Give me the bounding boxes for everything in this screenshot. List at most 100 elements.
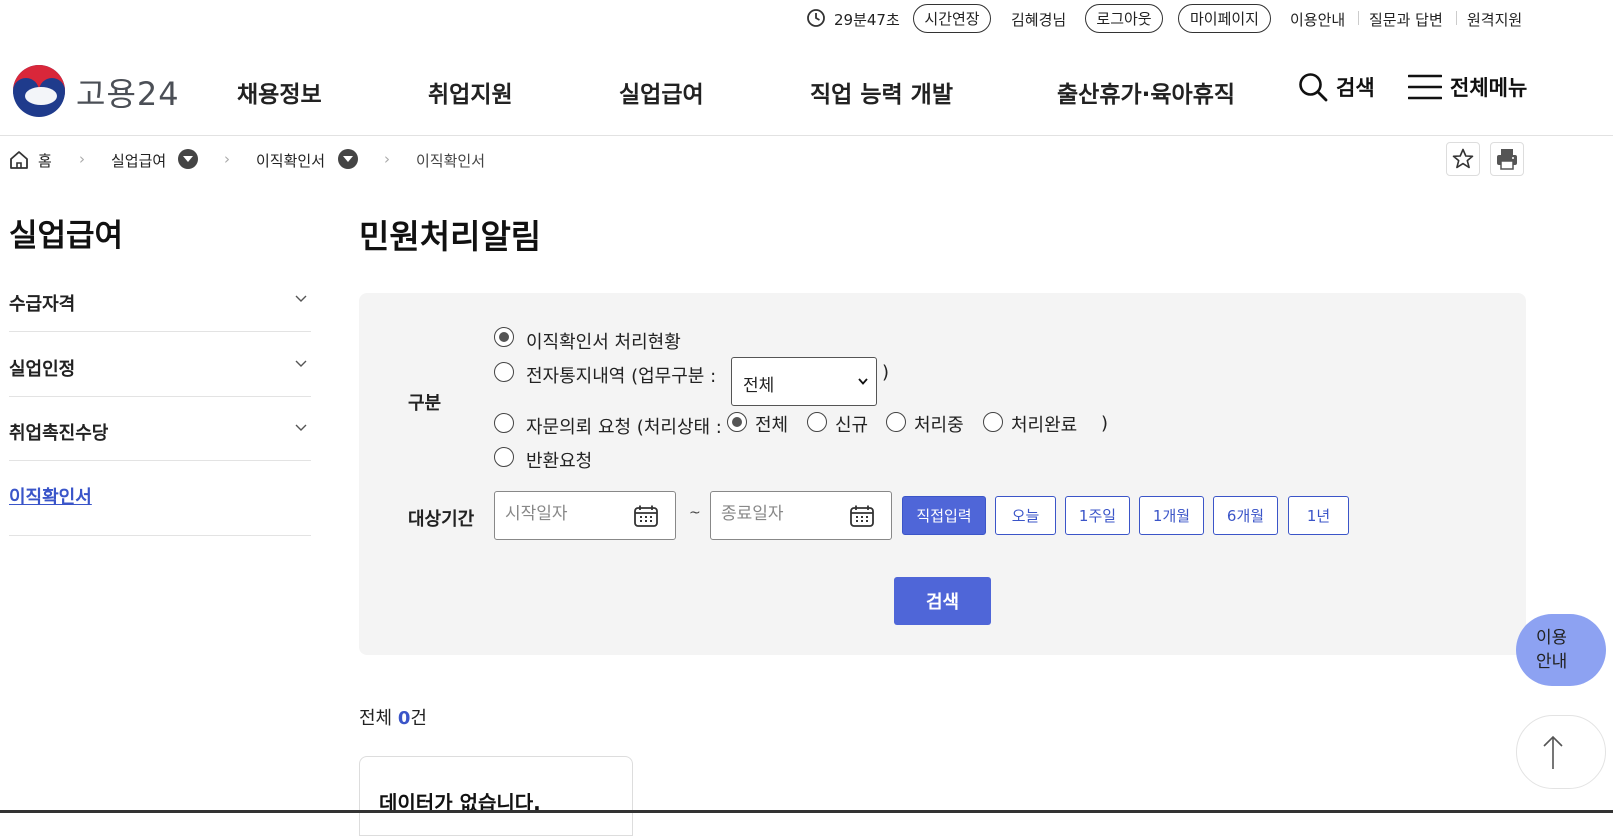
count-prefix: 전체 [359, 708, 398, 729]
user-name: 김혜경님 [1011, 11, 1067, 29]
radio-e-notice[interactable] [494, 362, 514, 382]
breadcrumb-unemployment[interactable]: 실업급여 [111, 150, 166, 171]
divider [1358, 11, 1359, 25]
chevron-down-icon [295, 424, 307, 431]
logout-button[interactable]: 로그아웃 [1085, 4, 1163, 33]
radio-state-done[interactable] [983, 412, 1003, 432]
star-icon [1452, 148, 1474, 169]
chevron-right-icon: › [224, 150, 230, 168]
sidebar-item-label: 실업인정 [9, 359, 76, 380]
header-search-button[interactable]: 검색 [1298, 72, 1375, 102]
period-label: 대상기간 [408, 509, 475, 530]
printer-icon [1497, 149, 1517, 170]
search-submit-button[interactable]: 검색 [894, 577, 991, 625]
nav-employment-support[interactable]: 취업지원 [428, 75, 513, 109]
period-1week-button[interactable]: 1주일 [1065, 496, 1130, 535]
sidebar-item-label: 취업촉진수당 [9, 423, 109, 444]
nav-vocational-training[interactable]: 직업 능력 개발 [810, 75, 953, 109]
radio-state-all[interactable] [727, 412, 747, 432]
period-6month-button[interactable]: 6개월 [1213, 496, 1278, 535]
radio-state-new[interactable] [807, 412, 827, 432]
radio-consult[interactable] [494, 413, 514, 433]
radio-state-processing-label[interactable]: 처리중 [914, 411, 964, 437]
window-bottom-edge [0, 810, 1613, 813]
radio-return[interactable] [494, 447, 514, 467]
radio-status[interactable] [494, 327, 514, 347]
session-timer: 29분47초 [834, 11, 900, 29]
count-suffix: 건 [410, 708, 427, 729]
start-date-input[interactable] [505, 504, 625, 524]
remote-support-link[interactable]: 원격지원 [1467, 9, 1522, 30]
calendar-icon[interactable] [849, 504, 875, 528]
range-separator: ~ [689, 505, 701, 521]
clock-icon [807, 9, 825, 27]
sidebar-item-separation-cert[interactable]: 이직확인서 [9, 461, 311, 536]
chevron-down-icon [295, 295, 307, 302]
all-menu-label: 전체메뉴 [1450, 76, 1528, 100]
close-paren: ) [882, 362, 890, 383]
radio-state-all-label[interactable]: 전체 [755, 411, 788, 437]
sidebar-item-label: 수급자격 [9, 294, 76, 315]
dropdown-circle-icon[interactable] [338, 149, 358, 169]
taegeuk-logo-icon[interactable] [11, 63, 67, 119]
page-title: 민원처리알림 [359, 217, 542, 256]
dropdown-circle-icon[interactable] [178, 149, 198, 169]
header-search-label: 검색 [1336, 76, 1375, 100]
category-label: 구분 [408, 393, 442, 414]
nav-parental-leave[interactable]: 출산휴가·육아휴직 [1057, 75, 1235, 109]
usage-guide-float-button[interactable]: 이용 안내 [1516, 614, 1606, 686]
calendar-icon[interactable] [633, 504, 659, 528]
result-count: 전체 0건 [359, 704, 427, 730]
sidebar-item-label: 이직확인서 [9, 487, 92, 508]
search-icon [1299, 73, 1328, 102]
extend-time-button[interactable]: 시간연장 [913, 4, 991, 33]
radio-e-notice-label[interactable]: 전자통지내역 (업무구분 : [526, 362, 716, 388]
chevron-down-icon [295, 360, 307, 367]
guide-link[interactable]: 이용안내 [1290, 9, 1345, 30]
end-date-field[interactable] [710, 491, 892, 540]
nav-unemployment-benefit[interactable]: 실업급여 [619, 75, 704, 109]
logo-text[interactable]: 고용24 [76, 69, 180, 115]
hamburger-icon [1408, 74, 1442, 100]
all-menu-button[interactable]: 전체메뉴 [1408, 72, 1527, 102]
radio-consult-label[interactable]: 자문의뢰 요청 (처리상태 : [526, 413, 722, 439]
period-1year-button[interactable]: 1년 [1288, 496, 1349, 535]
period-1month-button[interactable]: 1개월 [1139, 496, 1204, 535]
chevron-down-icon [858, 378, 868, 385]
global-header: 고용24 채용정보 취업지원 실업급여 직업 능력 개발 출산휴가·육아휴직 검… [0, 44, 1613, 136]
home-icon[interactable] [8, 149, 30, 171]
chevron-right-icon: › [79, 150, 85, 168]
divider [1456, 11, 1457, 25]
end-date-input[interactable] [721, 504, 841, 524]
arrow-up-icon [1543, 735, 1563, 769]
empty-result-card: 데이터가 없습니다. [359, 756, 633, 836]
breadcrumb-home[interactable]: 홈 [38, 150, 52, 171]
radio-state-done-label[interactable]: 처리완료 [1011, 411, 1077, 437]
close-paren: ) [1101, 413, 1109, 434]
breadcrumb-separation-cert[interactable]: 이직확인서 [256, 150, 325, 171]
utility-bar: 29분47초 시간연장 김혜경님 로그아웃 마이페이지 이용안내 질문과 답변 … [0, 0, 1613, 38]
scroll-top-button[interactable] [1516, 715, 1606, 789]
radio-return-label[interactable]: 반환요청 [526, 447, 592, 473]
period-today-button[interactable]: 오늘 [995, 496, 1056, 535]
sidebar-title: 실업급여 [9, 218, 124, 254]
sidebar-item-promotion-allowance[interactable]: 취업촉진수당 [9, 397, 311, 461]
sidebar-item-eligibility[interactable]: 수급자격 [9, 268, 311, 332]
print-button[interactable] [1490, 142, 1524, 176]
chevron-right-icon: › [384, 150, 390, 168]
start-date-field[interactable] [494, 491, 676, 540]
period-manual-button[interactable]: 직접입력 [902, 496, 986, 535]
radio-status-label[interactable]: 이직확인서 처리현황 [526, 328, 681, 354]
breadcrumb-current: 이직확인서 [416, 152, 486, 170]
business-type-select[interactable]: 전체 [731, 357, 877, 406]
radio-state-new-label[interactable]: 신규 [835, 411, 868, 437]
sidebar-item-recognition[interactable]: 실업인정 [9, 333, 311, 397]
mypage-button[interactable]: 마이페이지 [1178, 4, 1271, 33]
qna-link[interactable]: 질문과 답변 [1369, 9, 1443, 30]
business-type-value: 전체 [743, 376, 775, 396]
radio-state-processing[interactable] [886, 412, 906, 432]
nav-jobs[interactable]: 채용정보 [237, 75, 322, 109]
count-value: 0 [397, 708, 411, 729]
favorite-button[interactable] [1446, 142, 1480, 176]
breadcrumb: 홈 › 실업급여 › 이직확인서 › 이직확인서 [0, 145, 1613, 177]
